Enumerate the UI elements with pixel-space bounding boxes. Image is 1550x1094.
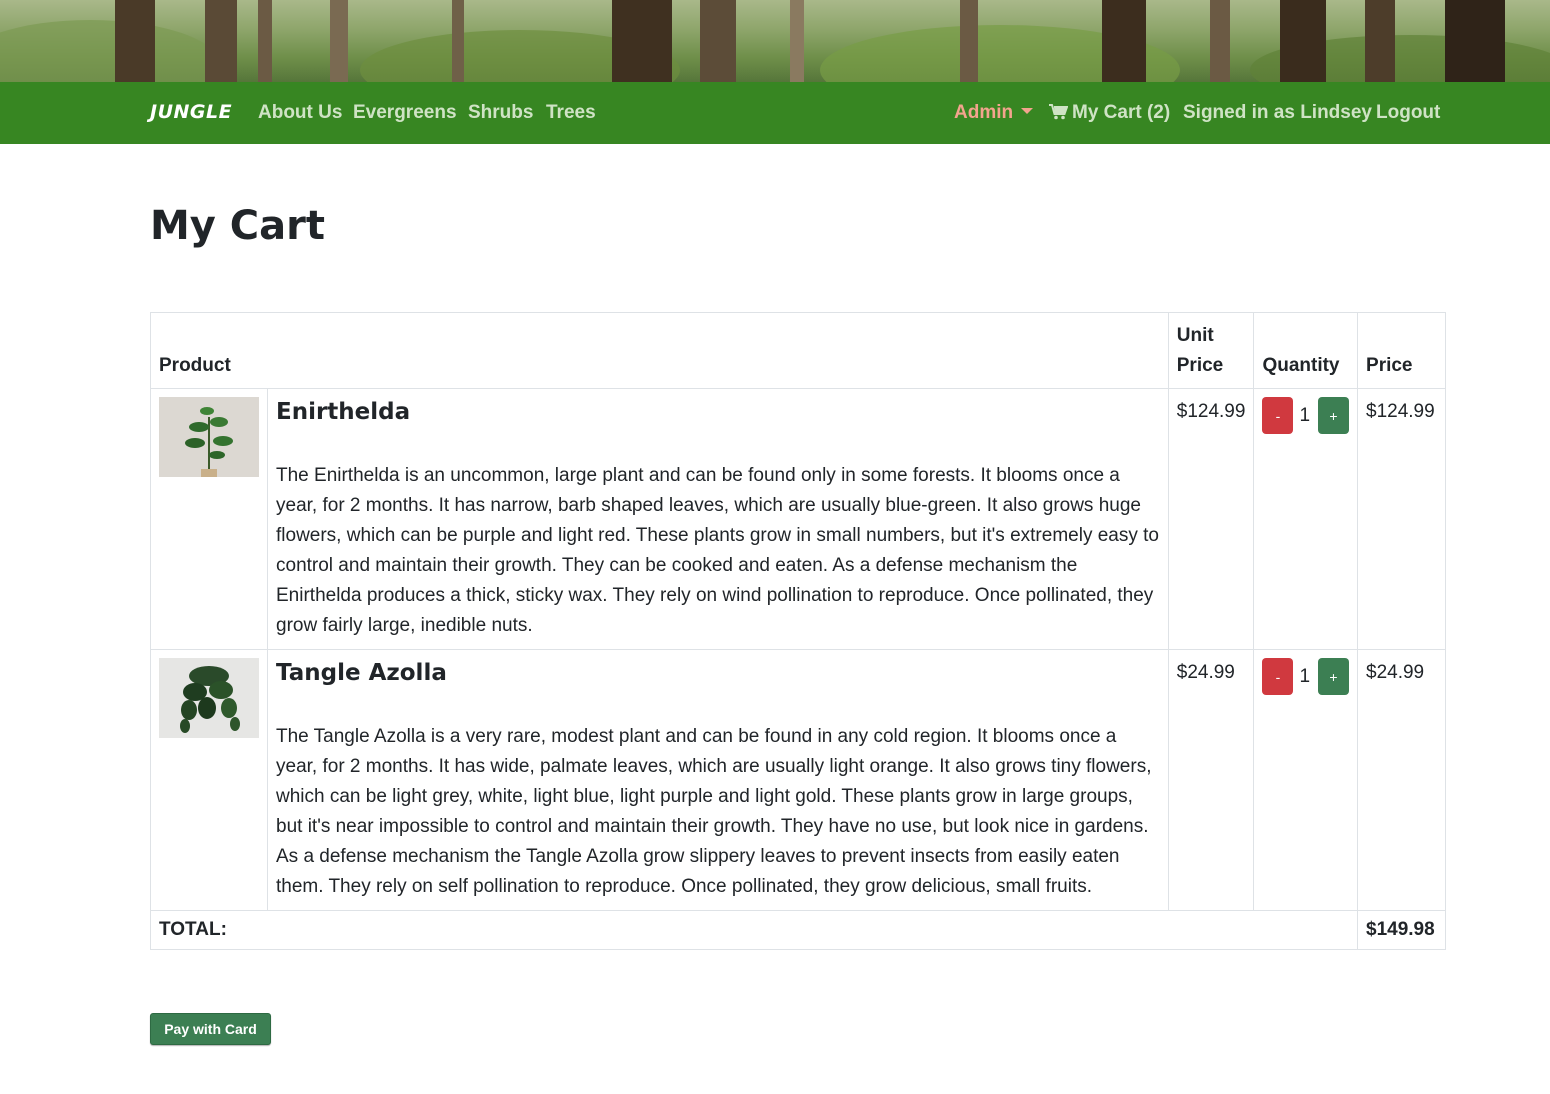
header-product: Product	[150, 312, 1169, 389]
table-row: Tangle Azolla The Tangle Azolla is a ver…	[150, 649, 1446, 911]
product-description: The Enirthelda is an uncommon, large pla…	[276, 465, 1159, 636]
product-image-cell	[150, 388, 268, 650]
nav-shrubs[interactable]: Shrubs	[468, 102, 533, 124]
forest-banner	[0, 0, 1550, 82]
product-info-cell: Enirthelda The Enirthelda is an uncommon…	[267, 388, 1169, 650]
nav-about-us[interactable]: About Us	[258, 102, 342, 124]
brand-logo[interactable]: JUNGLE	[150, 101, 232, 123]
table-header-row: Product Unit Price Quantity Price	[150, 312, 1446, 389]
total-row: TOTAL: $149.98	[149, 910, 1446, 950]
quantity-cell: - 1 +	[1253, 388, 1359, 650]
increase-quantity-button[interactable]: +	[1318, 397, 1350, 434]
cart-table: Product Unit Price Quantity Price Enirth…	[149, 312, 1446, 950]
header-quantity: Quantity	[1253, 312, 1359, 389]
quantity-cell: - 1 +	[1253, 649, 1359, 911]
increase-quantity-button[interactable]: +	[1318, 658, 1350, 695]
caret-down-icon	[1021, 108, 1034, 114]
total-label: TOTAL:	[149, 910, 1359, 950]
navbar: JUNGLE About Us Evergreens Shrubs Trees …	[0, 82, 1550, 144]
decrease-quantity-button[interactable]: -	[1262, 658, 1294, 695]
product-description: The Tangle Azolla is a very rare, modest…	[276, 726, 1152, 897]
nav-logout[interactable]: Logout	[1376, 102, 1440, 124]
product-image-cell	[150, 649, 268, 911]
total-value: $149.98	[1357, 910, 1446, 950]
quantity-stepper: - 1 +	[1262, 397, 1350, 434]
quantity-value: 1	[1299, 404, 1311, 426]
admin-dropdown[interactable]: Admin	[954, 102, 1034, 124]
product-name[interactable]: Enirthelda	[276, 399, 1160, 425]
header-price: Price	[1357, 312, 1446, 389]
product-image[interactable]	[159, 658, 259, 738]
nav-trees[interactable]: Trees	[546, 102, 596, 124]
table-row: Enirthelda The Enirthelda is an uncommon…	[150, 388, 1446, 650]
header-unit-price: Unit Price	[1167, 312, 1255, 389]
pay-with-card-button[interactable]: Pay with Card	[150, 1013, 271, 1045]
my-cart-label: My Cart (2)	[1072, 102, 1171, 123]
nav-evergreens[interactable]: Evergreens	[353, 102, 457, 124]
line-price: $124.99	[1357, 388, 1446, 650]
decrease-quantity-button[interactable]: -	[1262, 397, 1294, 434]
product-image[interactable]	[159, 397, 259, 477]
nav-my-cart[interactable]: My Cart (2)	[1049, 102, 1170, 124]
quantity-value: 1	[1299, 665, 1311, 687]
cart-icon	[1049, 104, 1068, 120]
product-name[interactable]: Tangle Azolla	[276, 660, 1160, 686]
unit-price: $124.99	[1167, 388, 1255, 650]
admin-label: Admin	[954, 102, 1014, 123]
line-price: $24.99	[1357, 649, 1446, 911]
quantity-stepper: - 1 +	[1262, 658, 1350, 695]
product-info-cell: Tangle Azolla The Tangle Azolla is a ver…	[267, 649, 1169, 911]
signed-in-label: Signed in as Lindsey	[1183, 102, 1372, 123]
unit-price: $24.99	[1167, 649, 1255, 911]
page-title: My Cart	[150, 203, 325, 249]
